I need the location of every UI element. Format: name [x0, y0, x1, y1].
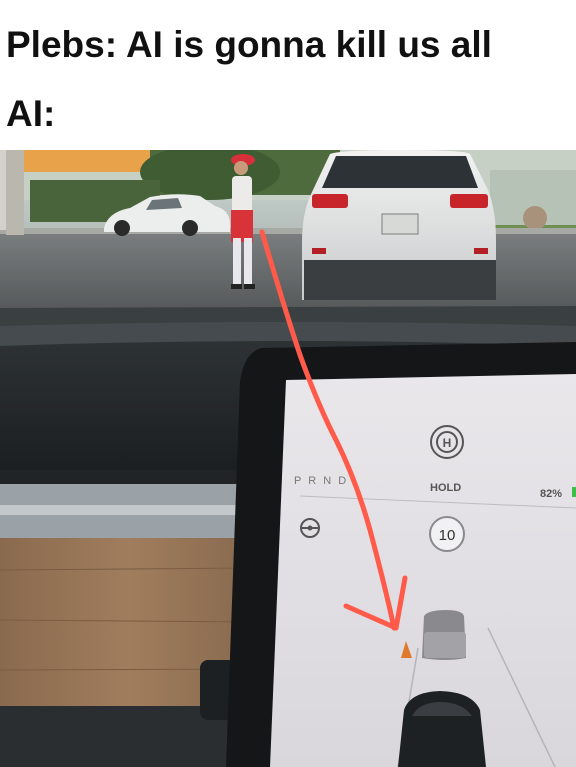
tesla-dashboard-photo: H P R N D HOLD 82% 10 — [0, 150, 576, 767]
speed-limit-sign: 10 — [429, 516, 465, 552]
meme-caption-line-1: Plebs: AI is gonna kill us all — [6, 24, 492, 65]
tesla-touchscreen: H P R N D HOLD 82% 10 — [226, 342, 576, 767]
own-car-render — [398, 691, 486, 767]
hold-label: HOLD — [430, 482, 461, 494]
rendered-vehicle-ahead — [422, 610, 466, 660]
battery-icon — [572, 487, 576, 497]
hold-symbol-text: H — [443, 436, 452, 450]
speed-limit-value: 10 — [439, 527, 456, 544]
white-suv-ahead — [302, 150, 496, 300]
meme-caption-line-2: AI: — [6, 93, 56, 134]
battery-percentage: 82% — [540, 488, 562, 500]
gear-selector-label: P R N D — [294, 475, 348, 487]
